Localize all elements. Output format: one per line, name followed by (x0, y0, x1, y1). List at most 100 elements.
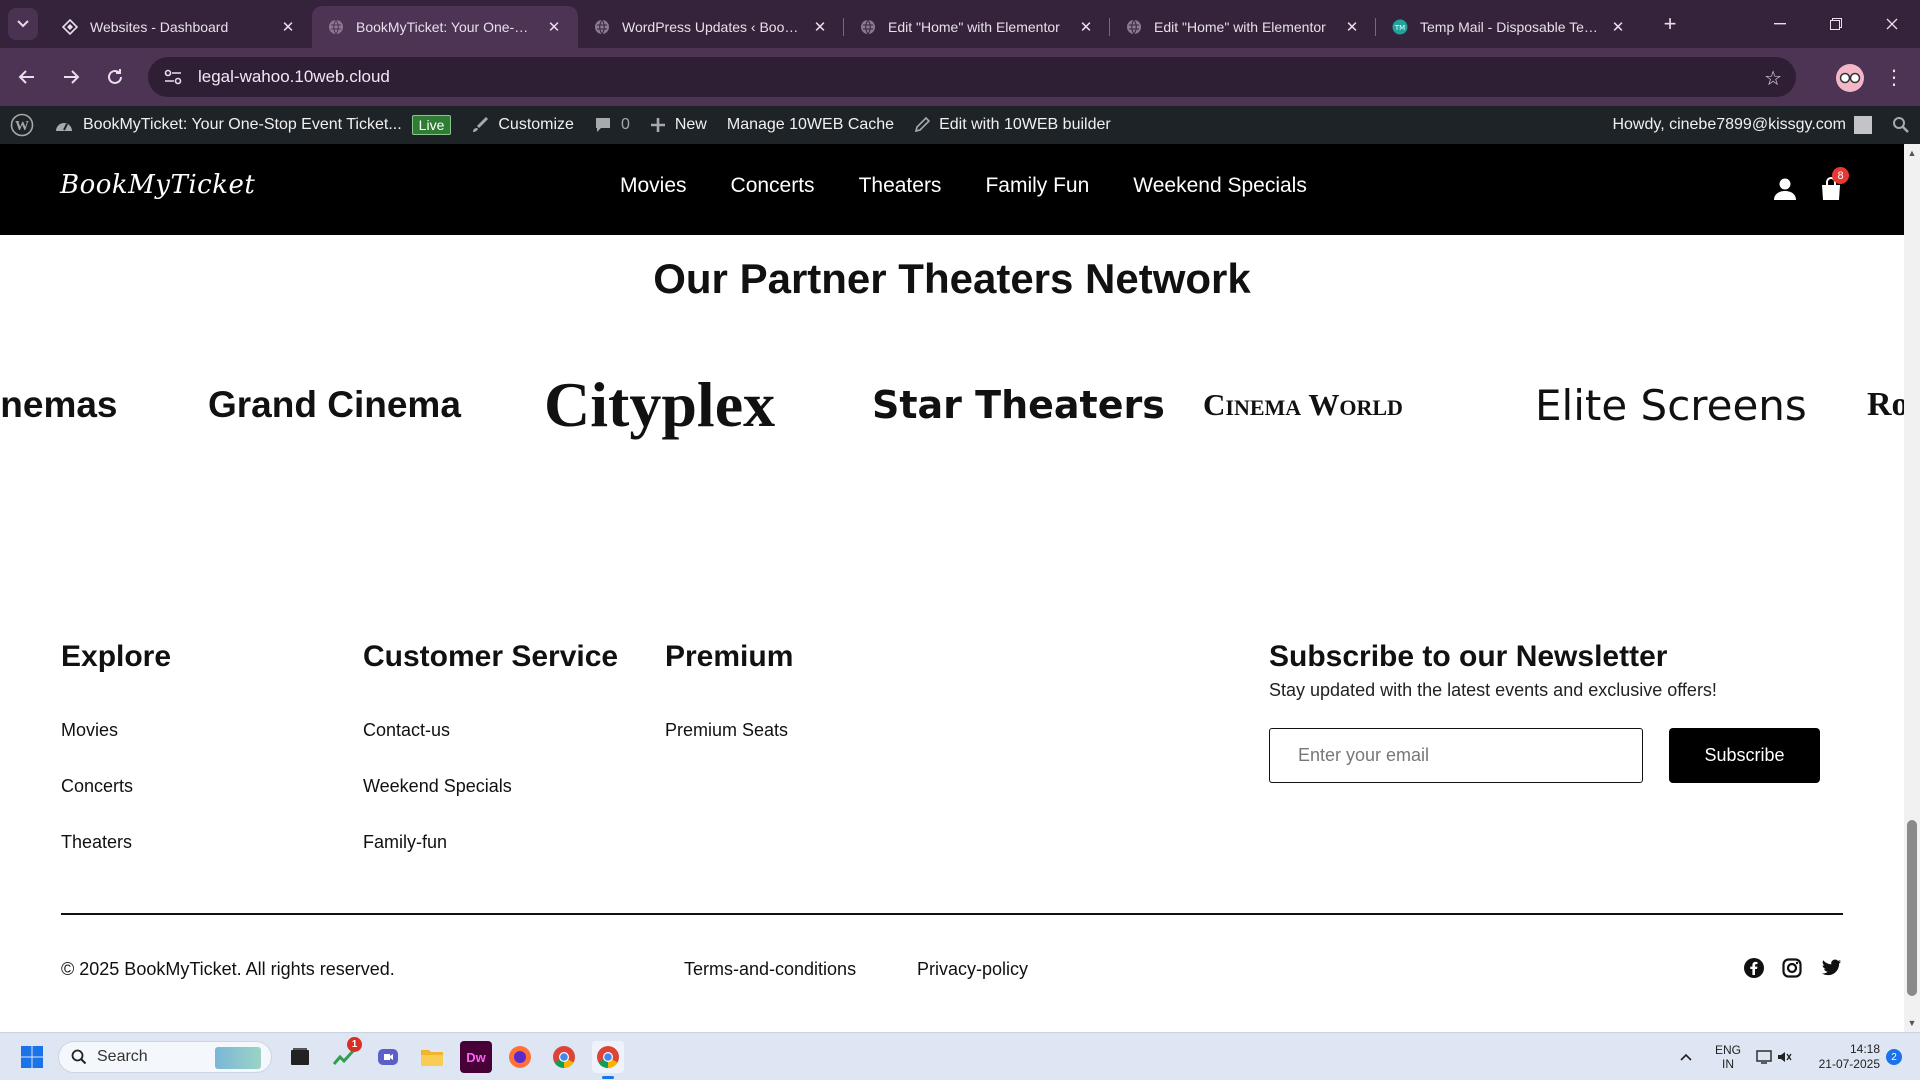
nav-item-movies[interactable]: Movies (620, 174, 687, 198)
scrollbar-thumb[interactable] (1907, 820, 1917, 996)
nav-item-theaters[interactable]: Theaters (859, 174, 942, 198)
user-icon (1774, 178, 1796, 200)
tab-close-icon[interactable]: ✕ (544, 17, 564, 37)
footer-link[interactable]: Family-fun (363, 832, 447, 853)
footer-link[interactable]: Concerts (61, 776, 133, 797)
language-indicator[interactable]: ENG IN (1715, 1033, 1741, 1080)
footer-link[interactable]: Weekend Specials (363, 776, 512, 797)
profile-avatar[interactable] (1836, 64, 1864, 92)
admin-search[interactable] (1882, 106, 1920, 144)
footer-link[interactable]: Theaters (61, 832, 132, 853)
forward-button[interactable] (56, 62, 86, 92)
site-logo[interactable]: BookMyTicket (60, 170, 255, 200)
start-button[interactable] (16, 1041, 48, 1073)
admin-new[interactable]: New (640, 106, 717, 144)
browser-tab[interactable]: TM Temp Mail - Disposable Tempo ✕ (1376, 6, 1642, 48)
admin-site-name[interactable]: BookMyTicket: Your One-Stop Event Ticket… (44, 106, 461, 144)
taskbar-app-explorer[interactable] (416, 1041, 448, 1073)
howdy-label: Howdy, cinebe7899@kissgy.com (1612, 116, 1846, 133)
wordpress-icon: W (10, 113, 34, 137)
footer-link[interactable]: Movies (61, 720, 118, 741)
restore-icon (1830, 18, 1842, 30)
admin-edit-builder[interactable]: Edit with 10WEB builder (904, 106, 1121, 144)
taskbar-search[interactable]: Search (58, 1041, 272, 1073)
tab-close-icon[interactable]: ✕ (1076, 17, 1096, 37)
tab-search-button[interactable] (8, 8, 38, 40)
terms-link[interactable]: Terms-and-conditions (684, 959, 856, 980)
taskbar-app-chrome[interactable] (548, 1041, 580, 1073)
browser-tab-strip: Websites - Dashboard ✕ BookMyTicket: You… (0, 0, 1920, 48)
partner-logo: Grand Cinema (208, 384, 461, 425)
nav-item-concerts[interactable]: Concerts (731, 174, 815, 198)
admin-bar-right: Howdy, cinebe7899@kissgy.com (1602, 106, 1920, 144)
admin-new-label: New (674, 116, 707, 133)
tab-close-icon[interactable]: ✕ (810, 17, 830, 37)
admin-site-name-label: BookMyTicket: Your One-Stop Event Ticket… (83, 116, 402, 133)
cart-button[interactable]: 8 (1818, 167, 1849, 202)
task-view-button[interactable] (284, 1041, 316, 1073)
site-settings-icon[interactable] (162, 66, 184, 88)
tab-list: Websites - Dashboard ✕ BookMyTicket: You… (46, 6, 1642, 48)
close-window-button[interactable] (1864, 0, 1920, 48)
scroll-up-icon[interactable]: ▲ (1907, 148, 1917, 158)
restore-button[interactable] (1808, 0, 1864, 48)
bookmark-star-icon[interactable]: ☆ (1764, 66, 1782, 91)
browser-tab[interactable]: Edit "Home" with Elementor ✕ (844, 6, 1110, 48)
footer-link[interactable]: Premium Seats (665, 720, 788, 741)
active-app-indicator (602, 1076, 614, 1079)
browser-tab[interactable]: WordPress Updates ‹ BookMyTi ✕ (578, 6, 844, 48)
taskbar-app-firefox[interactable] (504, 1041, 536, 1073)
instagram-icon[interactable] (1781, 957, 1803, 979)
clock[interactable]: 14:18 21-07-2025 (1806, 1033, 1880, 1080)
network-speaker-icon (1756, 1050, 1792, 1064)
admin-comments[interactable]: 0 (584, 106, 640, 144)
privacy-link[interactable]: Privacy-policy (917, 959, 1028, 980)
taskbar-app-chrome-active[interactable] (592, 1041, 624, 1079)
address-bar[interactable]: legal-wahoo.10web.cloud ☆ (148, 57, 1796, 97)
page-scrollbar[interactable]: ▲ ▼ (1904, 144, 1920, 1032)
footer-link[interactable]: Contact-us (363, 720, 450, 741)
admin-manage-cache[interactable]: Manage 10WEB Cache (717, 106, 904, 144)
partner-logo: Elite Screens (1535, 380, 1807, 430)
notification-center-button[interactable]: 2 (1886, 1033, 1902, 1080)
taskbar-app-stocks[interactable]: 1 (328, 1037, 362, 1073)
tab-title: Edit "Home" with Elementor (888, 19, 1060, 35)
tab-close-icon[interactable]: ✕ (1342, 17, 1362, 37)
admin-builder-label: Edit with 10WEB builder (939, 116, 1111, 133)
account-button[interactable] (1772, 176, 1798, 202)
clock-time: 14:18 (1849, 1042, 1880, 1056)
network-volume-tray[interactable] (1756, 1033, 1792, 1080)
back-button[interactable] (12, 62, 42, 92)
admin-account[interactable]: Howdy, cinebe7899@kissgy.com (1602, 106, 1882, 144)
taskbar-app-meet[interactable] (372, 1041, 404, 1073)
reload-button[interactable] (100, 62, 130, 92)
partners-title: Our Partner Theaters Network (653, 255, 1251, 302)
facebook-icon[interactable] (1743, 957, 1765, 979)
tab-close-icon[interactable]: ✕ (1608, 17, 1628, 37)
tenweb-icon (62, 19, 78, 35)
nav-item-weekend-specials[interactable]: Weekend Specials (1133, 174, 1307, 198)
tray-overflow-button[interactable] (1680, 1033, 1692, 1080)
browser-tab-active[interactable]: BookMyTicket: Your One-Stop ✕ (312, 6, 578, 48)
scroll-down-icon[interactable]: ▼ (1907, 1018, 1917, 1028)
nav-item-family-fun[interactable]: Family Fun (985, 174, 1089, 198)
minimize-button[interactable] (1752, 0, 1808, 48)
tab-close-icon[interactable]: ✕ (278, 17, 298, 37)
browser-tab[interactable]: Edit "Home" with Elementor ✕ (1110, 6, 1376, 48)
wordpress-logo-button[interactable]: W (0, 106, 44, 144)
main-nav: Movies Concerts Theaters Family Fun Week… (620, 174, 1351, 198)
dreamweaver-icon[interactable]: Dw (460, 1041, 492, 1073)
browser-tab[interactable]: Websites - Dashboard ✕ (46, 6, 312, 48)
subscribe-button[interactable]: Subscribe (1669, 728, 1820, 783)
partners-logo-carousel: inemas Grand Cinema Cityplex Star Theate… (0, 360, 1904, 450)
new-tab-button[interactable]: + (1656, 10, 1684, 38)
admin-customize[interactable]: Customize (461, 106, 584, 144)
partner-logo: Ro (1867, 386, 1904, 423)
close-icon (1886, 18, 1898, 30)
paintbrush-icon (471, 116, 489, 134)
chevron-up-icon (1680, 1053, 1692, 1061)
browser-menu-icon[interactable]: ⋮ (1884, 62, 1904, 92)
newsletter-email-input[interactable] (1269, 728, 1643, 783)
minimize-icon (1774, 23, 1786, 25)
twitter-icon[interactable] (1820, 957, 1842, 979)
